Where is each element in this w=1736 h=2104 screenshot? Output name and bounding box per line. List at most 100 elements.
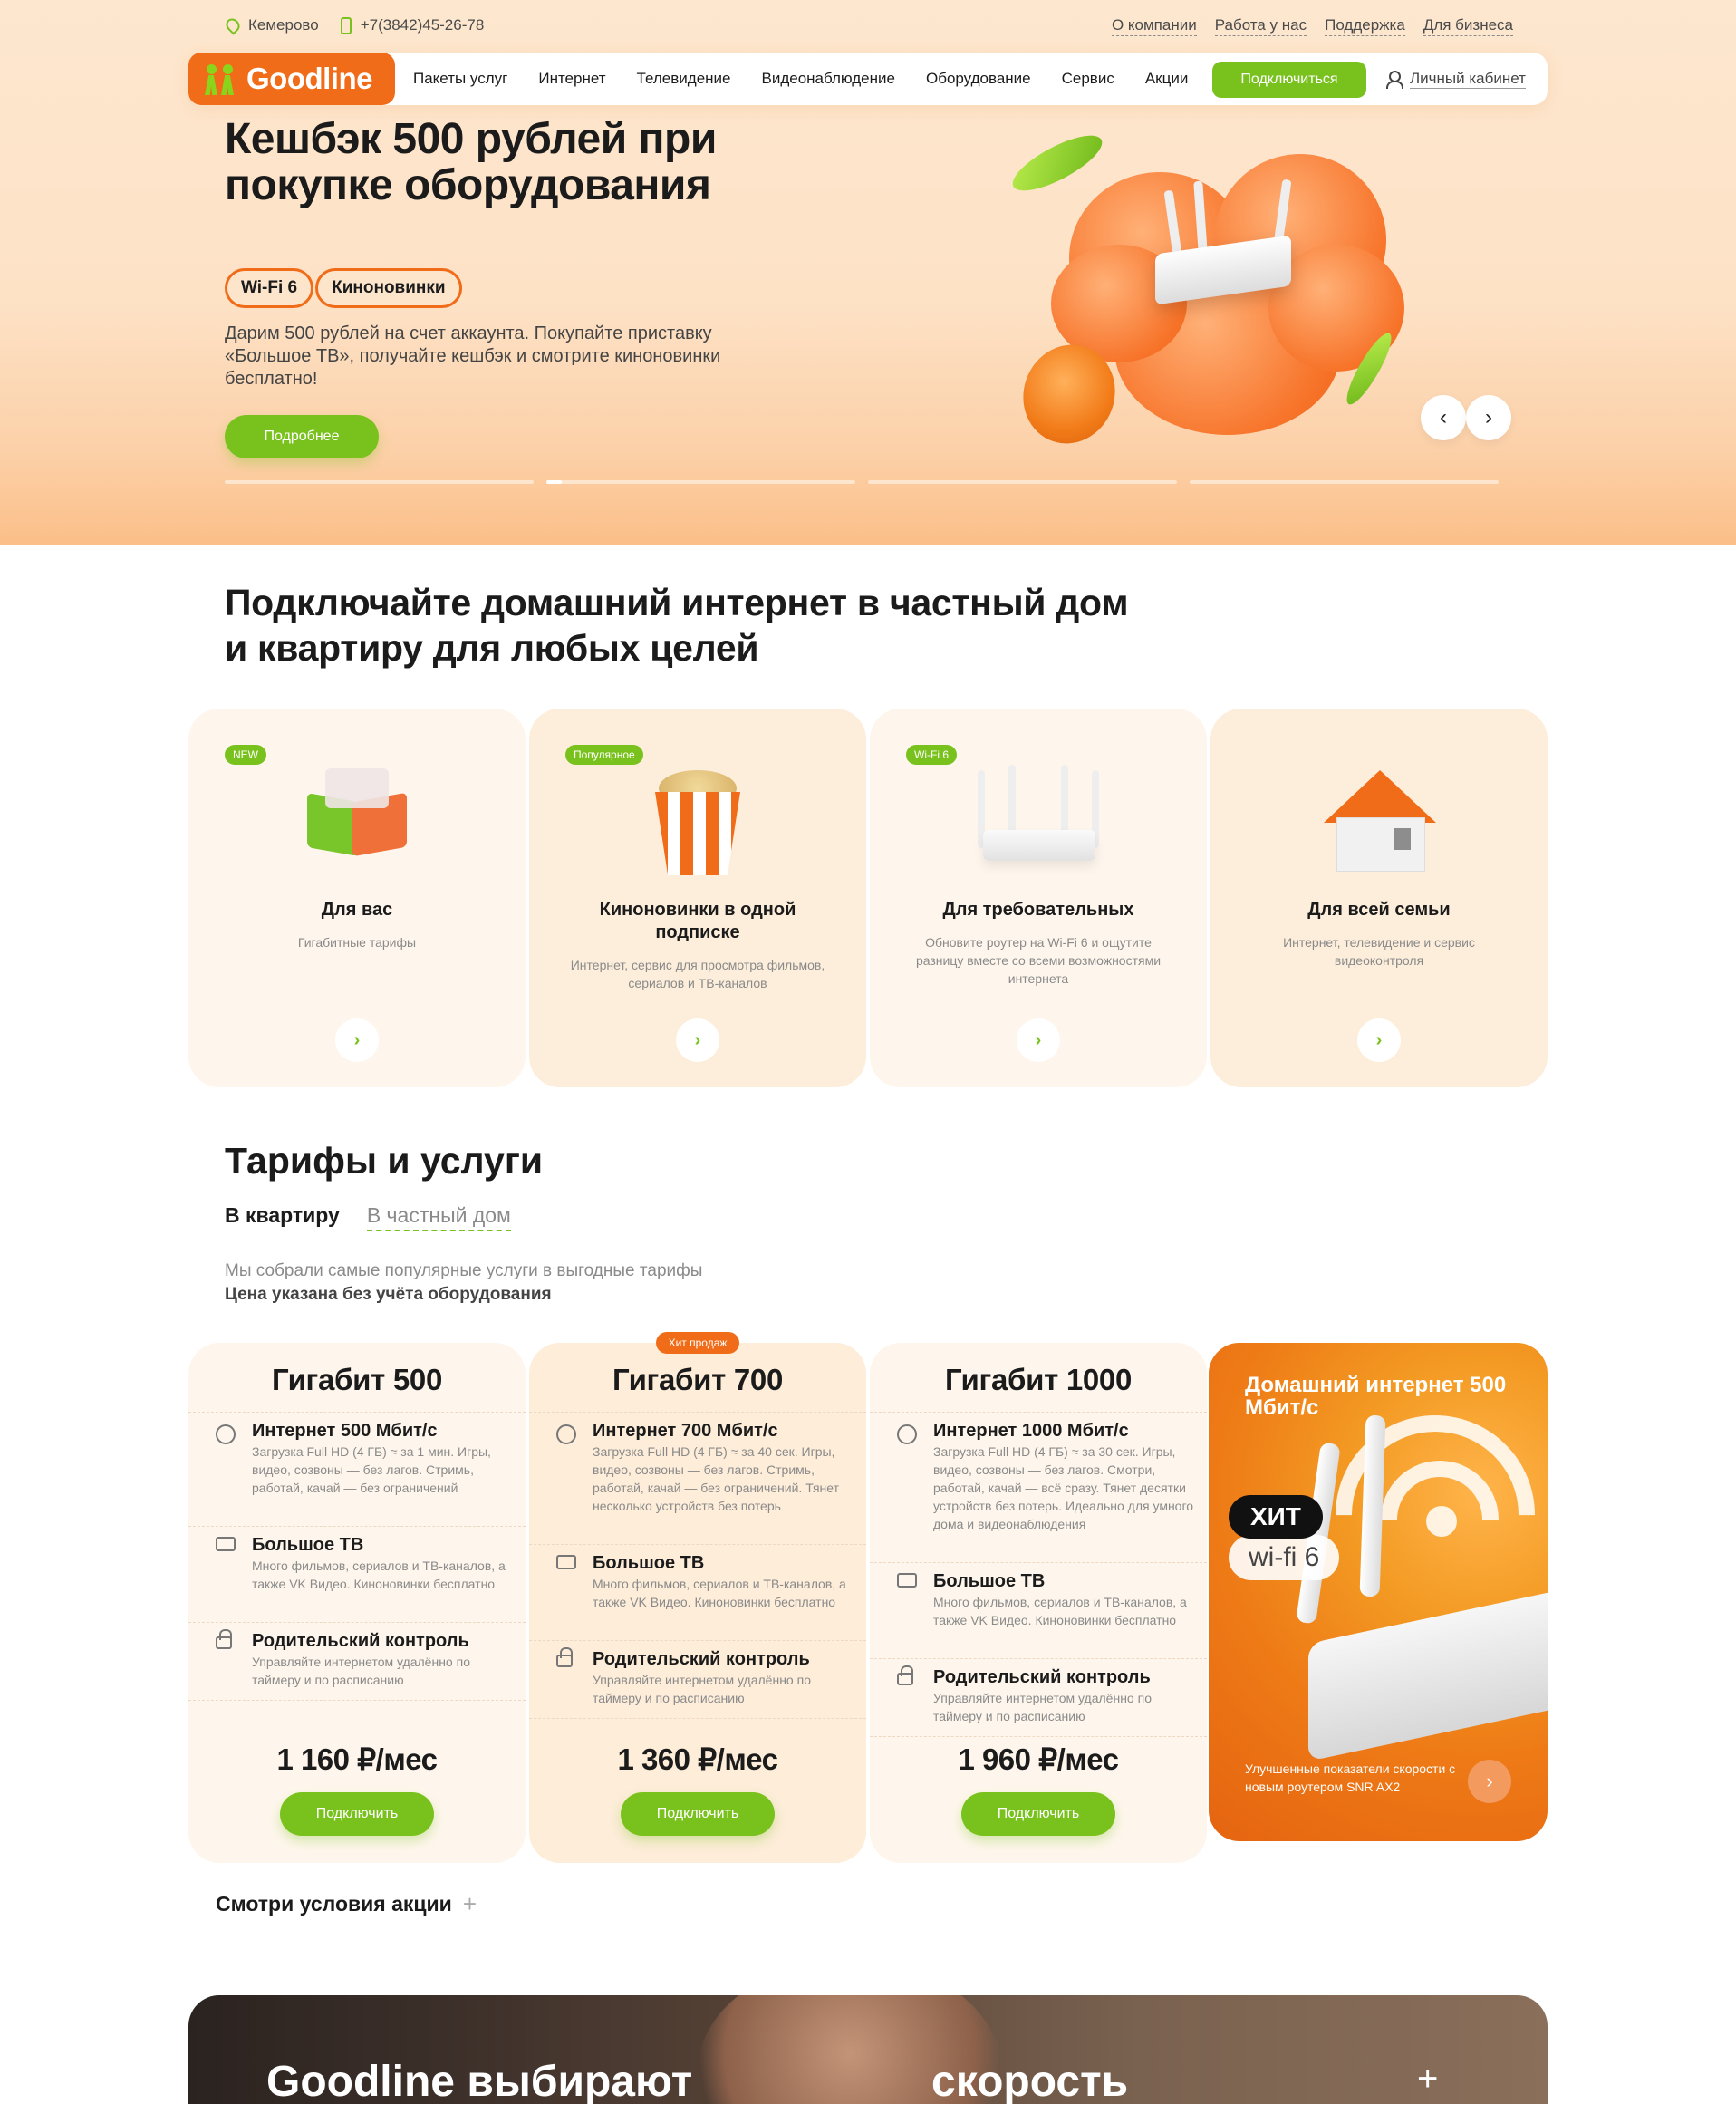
nav-promo[interactable]: Акции	[1145, 70, 1189, 88]
link-support[interactable]: Поддержка	[1325, 16, 1405, 36]
user-icon	[1386, 71, 1403, 89]
location-pin-icon	[223, 15, 243, 35]
hit-badge: ХИТ	[1229, 1495, 1323, 1539]
slider-progress	[225, 480, 1511, 485]
nav-internet[interactable]: Интернет	[538, 70, 605, 88]
badge-new: NEW	[225, 745, 266, 765]
slide-indicator[interactable]	[546, 480, 855, 484]
logo-people-icon	[203, 61, 239, 97]
feature-title: Большое ТВ	[933, 1571, 1046, 1591]
slide-indicator[interactable]	[225, 480, 534, 484]
tab-house[interactable]: В частный дом	[366, 1203, 511, 1231]
city-selector[interactable]: Кемерово	[223, 15, 319, 35]
tariff-name: Гигабит 700	[612, 1363, 784, 1396]
hero-description: Дарим 500 рублей на счет аккаунта. Покуп…	[225, 323, 721, 389]
feature-text: Много фильмов, сериалов и ТВ-каналов, а …	[933, 1595, 1187, 1627]
nav-tv[interactable]: Телевидение	[637, 70, 731, 88]
slide-indicator[interactable]	[1190, 480, 1499, 484]
nav-service[interactable]: Сервис	[1062, 70, 1114, 88]
phone-link[interactable]: +7(3842)45-26-78	[340, 16, 484, 34]
promo-card-router[interactable]: Домашний интернет 500 Мбит/с wi-fi 6 ХИТ…	[1209, 1343, 1548, 1841]
category-arrow-button[interactable]: ›	[676, 1018, 719, 1062]
feature-title: Большое ТВ	[252, 1535, 364, 1555]
speed-gauge-icon	[556, 1424, 576, 1444]
tariff-connect-button[interactable]: Подключить	[961, 1792, 1115, 1836]
category-arrow-button[interactable]: ›	[1017, 1018, 1060, 1062]
slider-next-button[interactable]: ›	[1466, 395, 1511, 440]
tariff-name: Гигабит 1000	[944, 1363, 1133, 1396]
cabinet-link[interactable]: Личный кабинет	[1386, 53, 1526, 105]
top-bar: Кемерово +7(3842)45-26-78 О компании Раб…	[223, 13, 1513, 38]
category-arrow-button[interactable]: ›	[335, 1018, 379, 1062]
link-about[interactable]: О компании	[1111, 16, 1197, 36]
tariff-price: 1 360 ₽/мес	[617, 1742, 778, 1776]
lock-icon	[897, 1665, 913, 1685]
tariff-price: 1 160 ₽/мес	[276, 1742, 438, 1776]
wifi6-badge: wi-fi 6	[1229, 1535, 1340, 1580]
feature-text: Управляйте интернетом удалённо по таймер…	[252, 1655, 470, 1687]
lego-bricks-image	[289, 761, 425, 879]
tariffs-title: Тарифы и услуги	[225, 1140, 544, 1182]
tariffs-note-bold: Цена указана без учёта оборудования	[225, 1285, 552, 1304]
slider-prev-button[interactable]: ‹	[1421, 395, 1466, 440]
category-text: Интернет, сервис для просмотра фильмов, …	[570, 958, 825, 990]
house-image	[1311, 761, 1447, 879]
category-arrow-button[interactable]: ›	[1357, 1018, 1401, 1062]
lock-icon	[216, 1629, 232, 1649]
category-title: Для требовательных	[942, 900, 1134, 920]
feature-title: Родительский контроль	[252, 1631, 469, 1651]
feature-text: Загрузка Full HD (4 ГБ) ≈ за 30 сек. Игр…	[933, 1444, 1194, 1531]
category-card-wifi6[interactable]: Wi-Fi 6 Для требовательных Обновите роут…	[870, 709, 1207, 1087]
tariff-connect-button[interactable]: Подключить	[621, 1792, 775, 1836]
tariff-card-700: Хит продаж Гигабит 700 Интернет 700 Мбит…	[529, 1332, 866, 1863]
tariffs-note: Мы собрали самые популярные услуги в выг…	[225, 1261, 703, 1280]
tariff-tabs: В квартиру В частный дом	[225, 1203, 511, 1231]
category-title: Для вас	[321, 900, 393, 920]
promo-arrow-button[interactable]: ›	[1468, 1760, 1511, 1803]
nav-equipment[interactable]: Оборудование	[926, 70, 1031, 88]
tv-icon	[216, 1537, 236, 1551]
slide-indicator[interactable]	[868, 480, 1177, 484]
tariff-connect-button[interactable]: Подключить	[280, 1792, 434, 1836]
feature-title: Интернет 500 Мбит/с	[252, 1421, 438, 1441]
feature-title: Родительский контроль	[593, 1649, 810, 1669]
popcorn-image	[630, 761, 766, 879]
nav-video[interactable]: Видеонаблюдение	[761, 70, 895, 88]
feature-text: Много фильмов, сериалов и ТВ-каналов, а …	[593, 1577, 846, 1609]
category-card-movies[interactable]: Популярное Киноновинки в одной подписке …	[529, 709, 866, 1087]
wifi-router-image	[970, 761, 1106, 879]
link-business[interactable]: Для бизнеса	[1423, 16, 1513, 36]
category-card-family[interactable]: Для всей семьи Интернет, телевидение и с…	[1210, 709, 1548, 1087]
feature-text: Загрузка Full HD (4 ГБ) ≈ за 1 мин. Игры…	[252, 1444, 491, 1495]
hero-title: Кешбэк 500 рублей при покупке оборудован…	[225, 115, 717, 209]
tab-apartment[interactable]: В квартиру	[225, 1203, 340, 1231]
promo-terms-toggle[interactable]: Смотри условия акции +	[216, 1890, 477, 1918]
hero-illustration	[997, 125, 1450, 462]
tariff-card-1000: Гигабит 1000 Интернет 1000 Мбит/с Загруз…	[870, 1343, 1207, 1863]
feature-title: Интернет 1000 Мбит/с	[933, 1421, 1129, 1441]
speed-gauge-icon	[897, 1424, 917, 1444]
section-internet-title: Подключайте домашний интернет в частный …	[225, 582, 1129, 669]
tariff-name: Гигабит 500	[271, 1363, 443, 1396]
feature-text: Загрузка Full HD (4 ГБ) ≈ за 40 сек. Игр…	[593, 1444, 840, 1513]
main-navbar: Goodline Пакеты услуг Интернет Телевиден…	[188, 53, 1548, 105]
category-text: Гигабитные тарифы	[297, 935, 417, 950]
nav-packages[interactable]: Пакеты услуг	[413, 70, 507, 88]
tariff-price: 1 960 ₽/мес	[958, 1742, 1119, 1776]
hero-section: Кемерово +7(3842)45-26-78 О компании Раб…	[0, 0, 1736, 545]
logo[interactable]: Goodline	[188, 53, 395, 105]
more-button[interactable]: Подробнее	[225, 415, 379, 458]
phone-icon	[340, 16, 352, 34]
bottom-banner: Goodline выбирают скорость +	[188, 1995, 1548, 2104]
connect-button[interactable]: Подключиться	[1212, 62, 1366, 98]
category-title: Для всей семьи	[1307, 900, 1451, 920]
category-text: Интернет, телевидение и сервис видеоконт…	[1283, 935, 1475, 968]
banner-text-right: скорость	[931, 2058, 1129, 2104]
category-card-you[interactable]: NEW Для вас Гигабитные тарифы ›	[188, 709, 526, 1087]
link-jobs[interactable]: Работа у нас	[1214, 16, 1307, 36]
plus-icon[interactable]: +	[1417, 2059, 1438, 2099]
lock-icon	[556, 1647, 573, 1667]
hit-badge: Хит продаж	[656, 1332, 739, 1354]
promo-title: Домашний интернет 500 Мбит/с	[1245, 1373, 1507, 1420]
tv-icon	[556, 1555, 576, 1569]
